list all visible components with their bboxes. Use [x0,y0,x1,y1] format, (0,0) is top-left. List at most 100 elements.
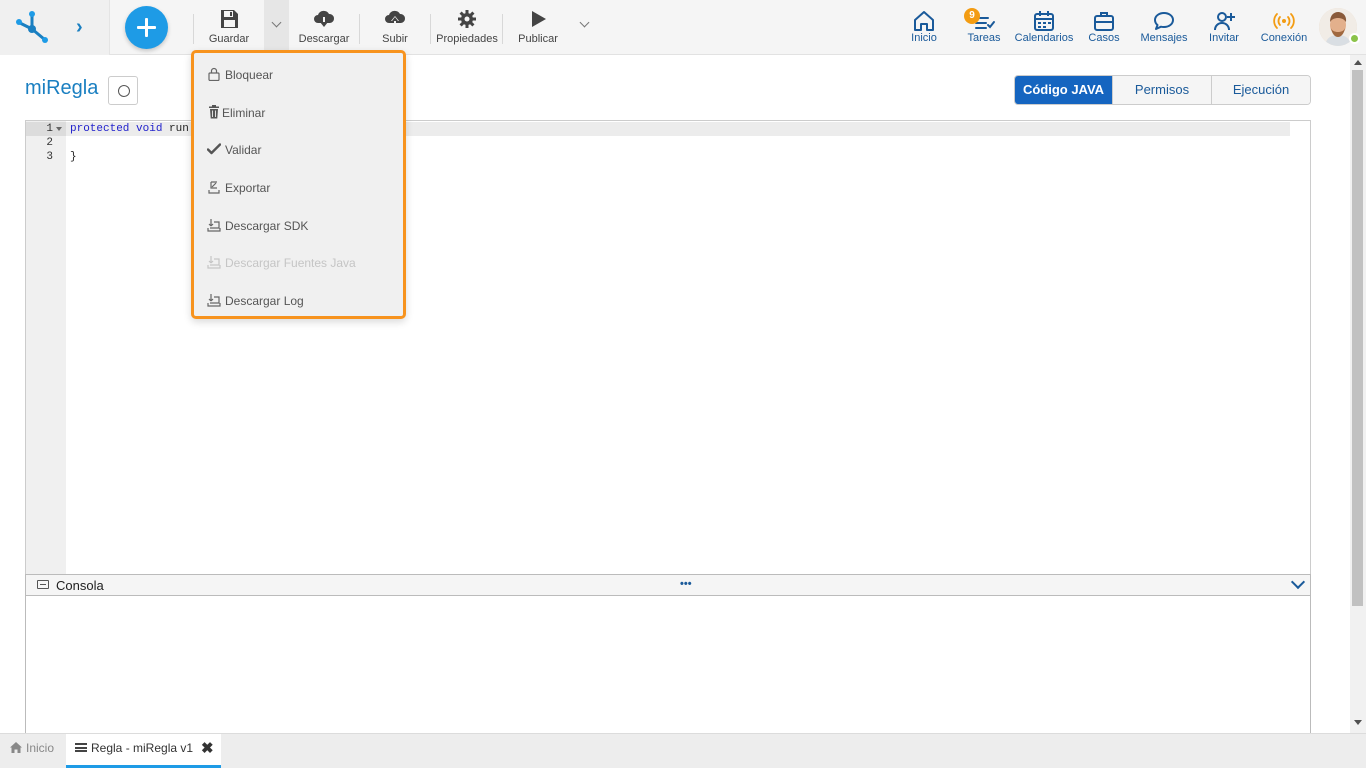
nav-calendarios-label: Calendarios [1014,32,1074,44]
chevron-down-icon[interactable] [1290,574,1306,590]
nav-inicio-label: Inicio [911,32,937,44]
propiedades-button[interactable]: Propiedades [434,0,500,55]
menu-item-validar[interactable]: Validar [204,140,384,160]
code-keyword: protected [70,123,130,135]
export-icon [208,181,220,194]
check-icon [207,143,221,155]
calendar-icon [1034,11,1054,31]
menu-item-exportar[interactable]: Exportar [204,178,384,198]
nav-conexion-label: Conexión [1260,32,1308,44]
download-icon [207,256,221,269]
bottom-tab-bar: Inicio Regla - miRegla v1 ✖ [0,733,1366,768]
trash-icon [209,105,219,119]
scrollbar-thumb[interactable] [1352,70,1363,606]
console-panel: Consola ••• [25,574,1311,739]
nav-mensajes-label: Mensajes [1140,32,1188,44]
toolbar-divider [502,14,503,44]
more-actions-chevron-icon[interactable] [579,17,590,28]
chevron-down-icon [271,17,282,28]
expand-menu-icon[interactable]: › [76,17,92,37]
page-title: miRegla [25,77,99,99]
line-number: 3 [46,151,53,163]
propiedades-label: Propiedades [436,33,498,45]
guardar-button[interactable]: Guardar [203,0,255,55]
connection-icon [1273,13,1295,29]
code-line-3: } [70,151,77,163]
download-icon [207,219,221,232]
toolbar-divider [359,14,360,44]
code-method: run [169,123,189,135]
briefcase-icon [1094,12,1114,31]
nav-inicio[interactable]: Inicio [904,0,944,55]
fold-arrow-icon[interactable] [56,127,62,131]
menu-item-label: Exportar [225,181,271,195]
nav-conexion[interactable]: Conexión [1256,0,1312,55]
guardar-label: Guardar [208,33,250,45]
menu-item-label: Descargar Log [225,294,304,308]
descargar-button[interactable]: Descargar [292,0,356,55]
bottom-tab-inicio-label: Inicio [26,741,55,755]
app-window: › Guardar Descargar Subir Propiedades Pu… [0,0,1366,768]
nav-invitar[interactable]: Invitar [1204,0,1244,55]
menu-item-descargar-sdk[interactable]: Descargar SDK [204,216,384,236]
cloud-download-icon [314,10,335,27]
download-icon [207,294,221,307]
bottom-tab-inicio[interactable]: Inicio [0,734,66,768]
nav-calendarios[interactable]: Calendarios [1012,0,1076,55]
scroll-up-arrow-icon[interactable] [1354,60,1362,65]
console-header: Consola ••• [26,574,1310,596]
home-icon [10,742,22,753]
chat-bubble-icon [1154,12,1174,30]
lock-icon [208,67,220,81]
tareas-count-badge: 9 [964,8,980,24]
nav-invitar-label: Invitar [1209,32,1239,44]
gear-icon [458,10,476,28]
bottom-tab-regla-label: Regla - miRegla v1 [91,741,194,755]
console-title: Consola [56,578,104,593]
scroll-down-arrow-icon[interactable] [1354,720,1362,725]
nav-mensajes[interactable]: Mensajes [1136,0,1192,55]
view-tabs: Código JAVA Permisos Ejecución [1014,75,1311,105]
menu-item-label: Descargar Fuentes Java [225,256,356,270]
code-line-1: protected void run [70,122,189,136]
app-logo-icon[interactable] [14,9,50,45]
subir-label: Subir [382,33,408,45]
toolbar-divider [430,14,431,44]
line-number: 2 [46,137,53,149]
subir-button[interactable]: Subir [370,0,420,55]
add-button[interactable] [125,6,168,49]
home-icon [914,11,934,31]
console-icon [37,580,49,589]
menu-item-descargar-log[interactable]: Descargar Log [204,291,384,311]
descargar-label: Descargar [298,33,350,45]
publicar-button[interactable]: Publicar [512,0,564,55]
nav-casos-label: Casos [1088,32,1120,44]
line-number: 1 [46,123,53,135]
menu-item-descargar-fuentes-java: Descargar Fuentes Java [204,253,384,273]
toolbar-divider [193,14,194,44]
bottom-tab-regla[interactable]: Regla - miRegla v1 ✖ [66,734,221,768]
menu-item-label: Validar [225,143,262,157]
nav-casos[interactable]: Casos [1086,0,1122,55]
menu-item-eliminar[interactable]: Eliminar [204,103,384,123]
code-keyword: void [136,123,163,135]
guardar-more-button[interactable] [264,0,289,55]
rule-state-button[interactable] [108,76,138,105]
tab-ejecucion[interactable]: Ejecución [1212,76,1310,104]
play-icon [532,11,546,27]
console-resize-handle[interactable]: ••• [680,578,692,590]
tab-codigo-java[interactable]: Código JAVA [1015,76,1113,104]
close-icon[interactable]: ✖ [201,739,214,757]
menu-item-bloquear[interactable]: Bloquear [204,65,384,85]
rule-list-icon [75,743,87,752]
publicar-label: Publicar [518,33,558,45]
cloud-upload-icon [385,10,406,28]
nav-tareas-label: Tareas [967,32,1001,44]
editor-gutter [26,121,66,574]
menu-item-label: Eliminar [222,106,266,120]
add-user-icon [1214,12,1235,31]
guardar-dropdown-menu: Bloquear Eliminar Validar Exportar Desca… [191,50,406,319]
menu-item-label: Descargar SDK [225,219,309,233]
top-toolbar: › Guardar Descargar Subir Propiedades Pu… [0,0,1366,55]
tab-permisos[interactable]: Permisos [1113,76,1212,104]
